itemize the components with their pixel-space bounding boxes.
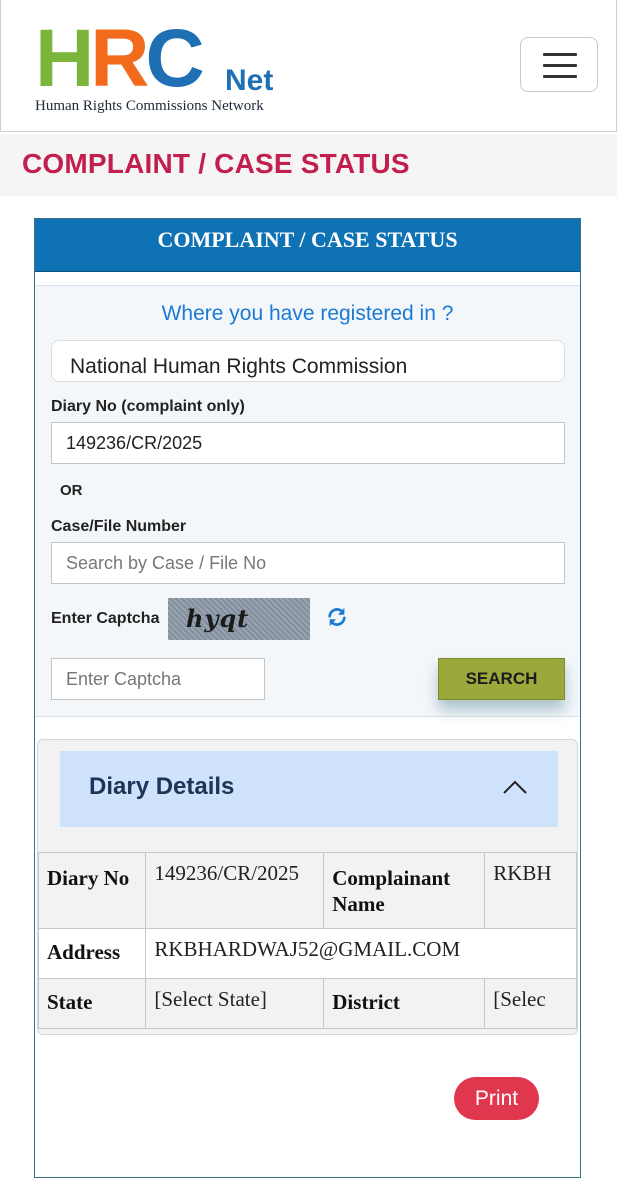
address-header: Address xyxy=(38,928,147,979)
panel-title: COMPLAINT / CASE STATUS xyxy=(157,227,458,252)
district-header: District xyxy=(323,978,486,1029)
table-row: Address RKBHARDWAJ52@GMAIL.COM xyxy=(38,928,577,979)
page-title-bar: COMPLAINT / CASE STATUS xyxy=(0,134,617,196)
table-row: State [Select State] District [Selec xyxy=(38,978,577,1029)
registered-question: Where you have registered in ? xyxy=(161,302,454,325)
panel-header: COMPLAINT / CASE STATUS xyxy=(35,219,580,272)
case-file-label: Case/File Number xyxy=(51,518,187,535)
search-form: Where you have registered in ? National … xyxy=(35,285,580,717)
logo-net: Net xyxy=(225,64,274,97)
logo-letters: HRC xyxy=(35,13,205,104)
hamburger-menu-button[interactable] xyxy=(520,37,598,92)
logo-tagline: Human Rights Commissions Network xyxy=(35,98,264,114)
address-value: RKBHARDWAJ52@GMAIL.COM xyxy=(145,928,577,979)
chevron-up-icon[interactable] xyxy=(502,779,528,795)
commission-selected-value: National Human Rights Commission xyxy=(70,355,408,378)
refresh-icon[interactable] xyxy=(326,606,348,628)
table-row: Diary No 149236/CR/2025 Complainant Name… xyxy=(38,852,577,929)
diary-details-heading: Diary Details xyxy=(89,773,235,800)
complainant-name-header: Complainant Name xyxy=(323,852,486,929)
state-value: [Select State] xyxy=(145,978,325,1029)
state-header: State xyxy=(38,978,147,1029)
complainant-name-value: RKBH xyxy=(484,852,577,929)
commission-select[interactable]: National Human Rights Commission xyxy=(51,340,565,382)
captcha-input[interactable]: Enter Captcha xyxy=(51,658,265,700)
case-file-input[interactable]: Search by Case / File No xyxy=(51,542,565,584)
captcha-text: hyqt xyxy=(186,604,250,633)
captcha-image: hyqt xyxy=(168,598,310,640)
hrcnet-logo[interactable]: HRC Net Human Rights Commissions Network xyxy=(35,13,285,118)
case-status-panel: COMPLAINT / CASE STATUS Where you have r… xyxy=(34,218,581,1178)
diary-no-label: Diary No (complaint only) xyxy=(51,398,245,415)
district-value: [Selec xyxy=(484,978,577,1029)
print-button[interactable]: Print xyxy=(454,1077,539,1120)
diary-details-table: Diary No 149236/CR/2025 Complainant Name… xyxy=(38,852,577,1029)
or-text: OR xyxy=(60,482,83,499)
search-button[interactable]: SEARCH xyxy=(438,658,565,700)
site-header: HRC Net Human Rights Commissions Network xyxy=(0,0,617,132)
page-title: COMPLAINT / CASE STATUS xyxy=(22,148,410,179)
diary-no-value: 149236/CR/2025 xyxy=(145,852,325,929)
diary-details-section: Diary Details Diary No 149236/CR/2025 Co… xyxy=(37,739,578,1035)
diary-details-accordion[interactable]: Diary Details xyxy=(60,751,558,827)
diary-no-header: Diary No xyxy=(38,852,147,929)
captcha-label: Enter Captcha xyxy=(51,610,160,627)
hamburger-icon xyxy=(543,53,577,56)
diary-no-input[interactable]: 149236/CR/2025 xyxy=(51,422,565,464)
